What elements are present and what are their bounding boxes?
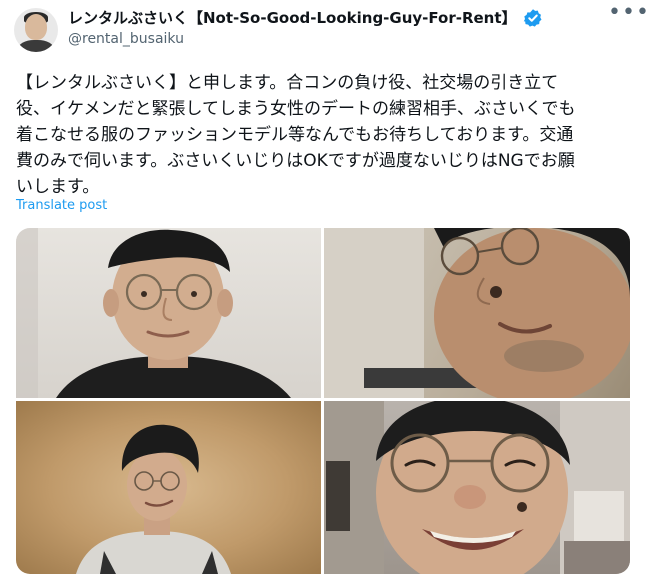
user-handle[interactable]: @rental_busaiku [68,31,184,47]
media-grid [16,228,630,574]
photo-selfie-glasses-close-up-icon [324,228,630,398]
verified-badge-icon [523,9,542,27]
translate-post-link[interactable]: Translate post [16,198,107,213]
photo-portrait-sepia-backdrop-icon [76,424,231,574]
photo-selfie-glasses-plain-wall-icon [16,228,291,398]
photo-1[interactable] [16,228,321,398]
photo-4[interactable] [324,401,630,574]
photo-3[interactable] [16,401,321,574]
tweet-card: レンタルぶさいく【Not-So-Good-Looking-Guy-For-Ren… [0,0,650,580]
tweet-text: 【レンタルぶさいく】と申します。合コンの負け役、社交場の引き立て 役、イケメンだ… [16,73,576,197]
display-name[interactable]: レンタルぶさいく【Not-So-Good-Looking-Guy-For-Ren… [68,7,517,28]
avatar-face [25,14,47,40]
photo-grinning-glasses-kitchen-icon [324,401,630,574]
avatar-shirt [18,40,54,52]
photo-2[interactable] [324,228,630,398]
avatar[interactable] [14,8,58,52]
more-options-icon[interactable]: ••• [608,2,649,26]
